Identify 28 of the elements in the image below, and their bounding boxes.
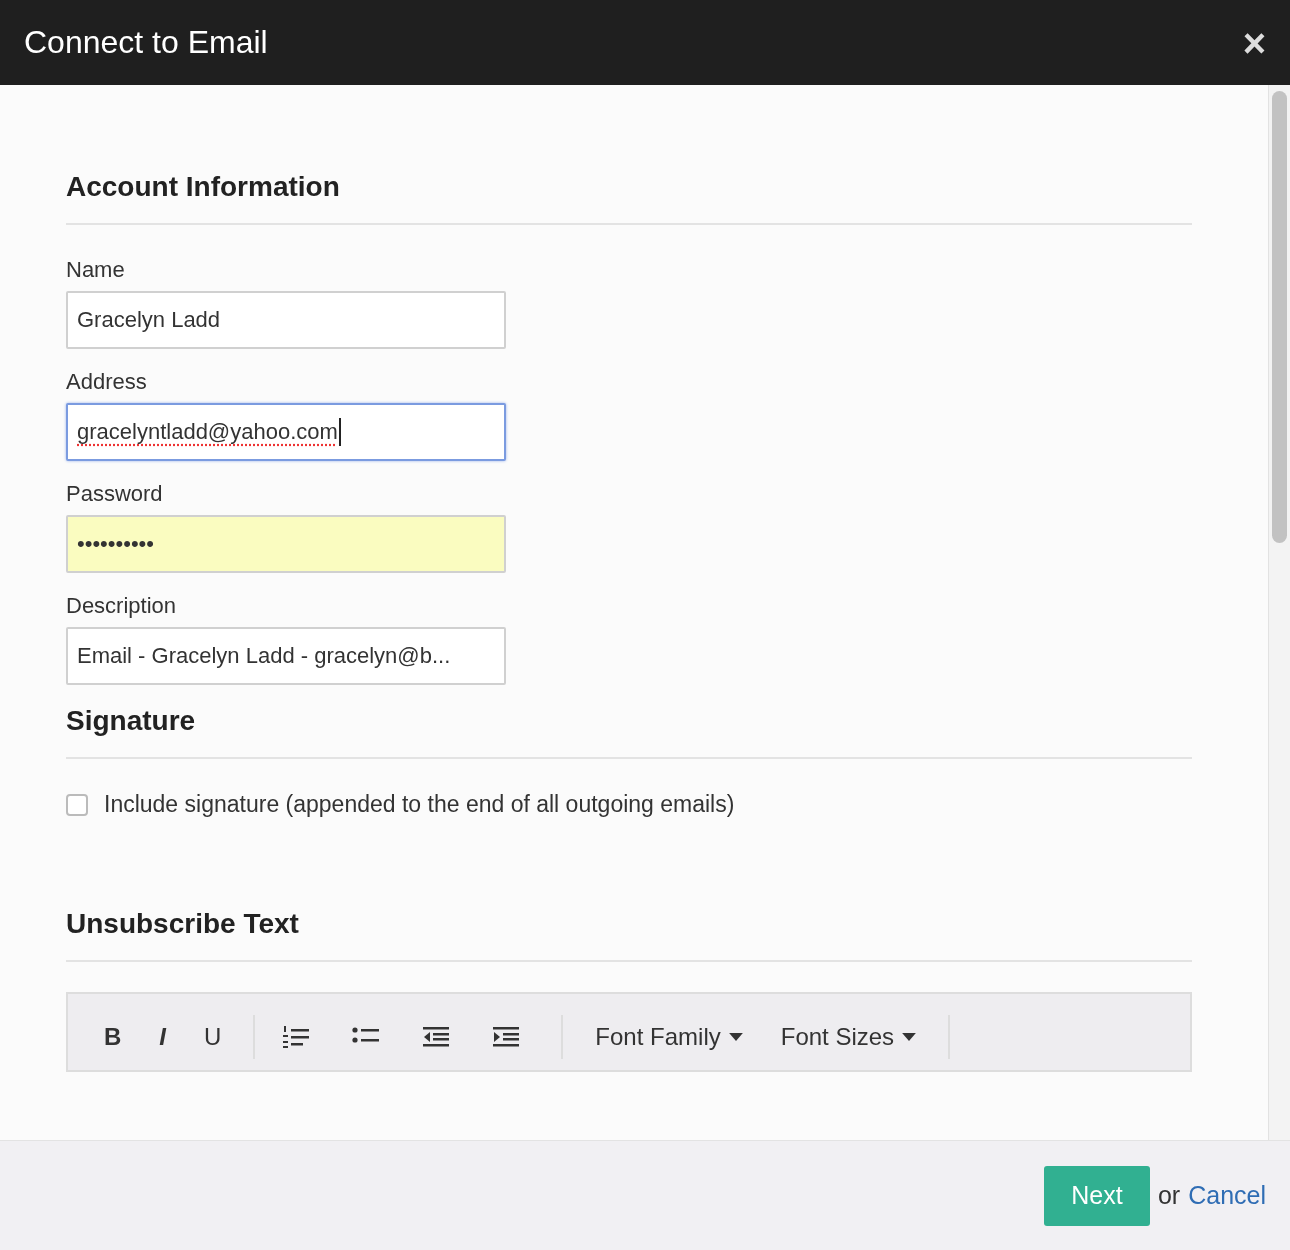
font-dropdown[interactable]: Font Sizes <box>768 1023 929 1051</box>
scrollbar[interactable] <box>1268 85 1290 1140</box>
or-text: or <box>1157 1181 1181 1210</box>
bold-button[interactable]: B <box>92 1023 134 1051</box>
input-field[interactable]: •••••••••• <box>66 515 506 573</box>
section-heading: Signature <box>66 705 197 737</box>
section-heading: Unsubscribe Text <box>66 908 300 940</box>
underline-button[interactable]: U <box>192 1023 234 1051</box>
section-heading: Account Information <box>66 171 341 203</box>
outdent-icon[interactable] <box>421 1025 452 1049</box>
caret-icon <box>902 1033 917 1041</box>
dialog-title: Connect to Email <box>24 24 268 61</box>
input-field[interactable]: Gracelyn Ladd <box>66 291 506 349</box>
close-button[interactable]: × <box>1238 22 1270 63</box>
italic-button[interactable]: I <box>147 1023 178 1051</box>
input-field[interactable]: Email - Gracelyn Ladd - gracelyn@b... <box>66 627 506 685</box>
checkbox-label: Include signature (appended to the end of all outgoing emails) <box>104 791 735 818</box>
field-label: Address <box>66 369 148 395</box>
checkbox[interactable] <box>66 793 88 816</box>
font-dropdown[interactable]: Font Family <box>583 1023 755 1051</box>
field-label: Description <box>66 593 178 619</box>
input-field[interactable]: gracelyntladd@yahoo.com <box>66 403 506 461</box>
caret-icon <box>728 1033 743 1041</box>
field-label: Password <box>66 481 164 507</box>
indent-icon[interactable] <box>491 1025 522 1049</box>
numbered-list-icon[interactable] <box>281 1025 312 1049</box>
cancel-link[interactable]: Cancel <box>1188 1181 1266 1210</box>
field-label: Name <box>66 257 126 283</box>
